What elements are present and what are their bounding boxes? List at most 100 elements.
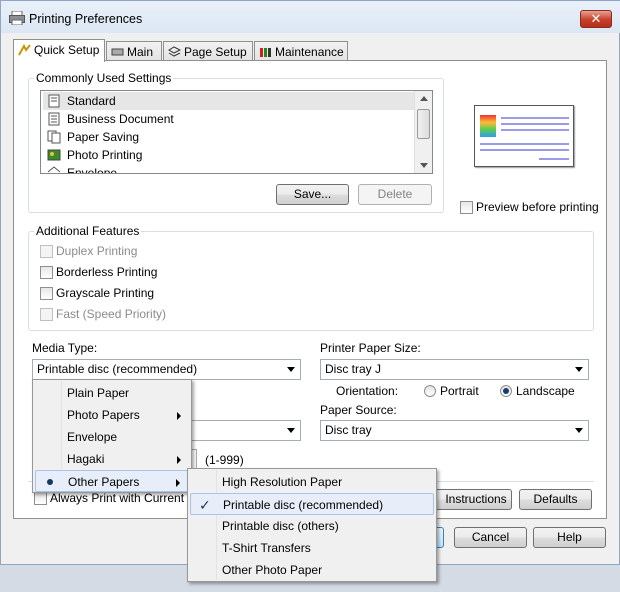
menu-item-label: Printable disc (recommended) [223, 498, 384, 512]
list-item[interactable]: Envelope [43, 164, 415, 174]
preview-image-block [480, 115, 496, 137]
landscape-label: Landscape [516, 384, 575, 398]
copies-range-label: (1-999) [205, 453, 244, 467]
title-bar[interactable]: Printing Preferences ✕ [1, 1, 620, 33]
tab-label: Main [127, 45, 154, 59]
menu-item-printable-disc-recommended[interactable]: ✓ Printable disc (recommended) [190, 493, 434, 515]
list-item-label: Paper Saving [67, 130, 140, 144]
settings-list[interactable]: Standard Business Document Paper Saving … [40, 90, 433, 174]
close-button[interactable]: ✕ [580, 10, 612, 28]
borderless-printing-label: Borderless Printing [56, 265, 158, 279]
printing-preferences-window: Printing Preferences ✕ Quick Setup Main … [0, 0, 620, 582]
main-icon [111, 48, 124, 56]
fast-speed-priority-label: Fast (Speed Priority) [56, 307, 167, 321]
always-print-label: Always Print with Current Setti [50, 491, 187, 505]
paper-saving-icon [47, 130, 61, 144]
printer-paper-size-dropdown[interactable]: Disc tray J [320, 359, 589, 380]
menu-item-label: Hagaki [67, 452, 105, 466]
grayscale-printing-label: Grayscale Printing [56, 286, 155, 300]
duplex-printing-checkbox[interactable] [40, 245, 53, 258]
submenu-arrow-icon [177, 412, 181, 420]
tab-maintenance[interactable]: Maintenance [254, 41, 348, 61]
menu-item-other-papers[interactable]: Other Papers [35, 470, 189, 492]
page-setup-icon [168, 46, 181, 57]
tab-page-setup[interactable]: Page Setup [163, 41, 253, 61]
menu-item-label: Envelope [67, 430, 118, 444]
menu-item-plain-paper[interactable]: Plain Paper [35, 382, 189, 404]
instructions-label: Instructions [445, 492, 507, 506]
tab-main[interactable]: Main [106, 41, 162, 61]
portrait-radio[interactable] [424, 385, 436, 397]
preview-before-printing-checkbox[interactable] [460, 201, 473, 214]
scroll-down-arrow-icon[interactable] [420, 163, 428, 168]
document-icon [48, 94, 60, 108]
menu-item-hagaki[interactable]: Hagaki [35, 448, 189, 470]
delete-button[interactable]: Delete [358, 184, 432, 205]
list-item[interactable]: Standard [43, 92, 415, 110]
help-button[interactable]: Help [533, 527, 606, 548]
defaults-button[interactable]: Defaults [519, 489, 592, 510]
envelope-icon [47, 166, 61, 173]
media-type-value: Printable disc (recommended) [37, 362, 198, 376]
additional-features-label: Additional Features [34, 224, 142, 238]
printer-icon [9, 11, 25, 25]
radio-bullet-icon [47, 479, 53, 485]
always-print-checkbox[interactable] [34, 492, 47, 505]
submenu-arrow-icon [177, 456, 181, 464]
tab-label: Maintenance [275, 45, 344, 59]
checkmark-icon: ✓ [199, 497, 211, 513]
portrait-label: Portrait [440, 384, 479, 398]
list-item[interactable]: Photo Printing [43, 146, 415, 164]
menu-item-printable-disc-others[interactable]: Printable disc (others) [190, 515, 434, 537]
landscape-radio[interactable] [500, 385, 512, 397]
business-document-icon [48, 112, 60, 126]
menu-item-other-photo-paper[interactable]: Other Photo Paper [190, 559, 434, 581]
commonly-used-settings-label: Commonly Used Settings [34, 71, 174, 85]
menu-item-label: Printable disc (others) [222, 519, 339, 533]
settings-list-scrollbar[interactable] [414, 91, 432, 173]
tab-label: Page Setup [184, 45, 247, 59]
menu-item-envelope[interactable]: Envelope [35, 426, 189, 448]
menu-item-label: Photo Papers [67, 408, 140, 422]
menu-item-photo-papers[interactable]: Photo Papers [35, 404, 189, 426]
list-item-label: Standard [67, 94, 116, 108]
menu-item-label: T-Shirt Transfers [222, 541, 311, 555]
instructions-button[interactable]: Instructions [434, 489, 512, 510]
printer-paper-size-value: Disc tray J [325, 362, 382, 376]
menu-item-label: Other Papers [68, 475, 140, 489]
paper-size-dropdown-left[interactable] [187, 420, 301, 441]
submenu-arrow-icon [176, 479, 180, 487]
scroll-thumb[interactable] [417, 109, 430, 139]
media-type-dropdown[interactable]: Printable disc (recommended) [32, 359, 301, 380]
orientation-label: Orientation: [336, 384, 399, 398]
menu-item-label: Other Photo Paper [222, 563, 323, 577]
menu-item-high-resolution-paper[interactable]: High Resolution Paper [190, 471, 434, 493]
list-item[interactable]: Business Document [43, 110, 415, 128]
menu-item-label: High Resolution Paper [222, 475, 343, 489]
preview-before-printing-label: Preview before printing [476, 200, 599, 214]
paper-source-dropdown[interactable]: Disc tray [320, 420, 589, 441]
fast-speed-priority-checkbox[interactable] [40, 308, 53, 321]
grayscale-printing-checkbox[interactable] [40, 287, 53, 300]
radio-selected-dot [503, 388, 509, 394]
cancel-button[interactable]: Cancel [454, 527, 527, 548]
chevron-down-icon [575, 428, 583, 433]
media-type-label: Media Type: [32, 341, 98, 355]
borderless-printing-checkbox[interactable] [40, 266, 53, 279]
media-type-menu: Plain Paper Photo Papers Envelope Hagaki… [32, 379, 192, 493]
quick-setup-icon [18, 44, 31, 56]
printer-paper-size-label: Printer Paper Size: [320, 341, 421, 355]
tab-quick-setup[interactable]: Quick Setup [13, 39, 105, 62]
list-item[interactable]: Paper Saving [43, 128, 415, 146]
chevron-down-icon [575, 367, 583, 372]
menu-item-t-shirt-transfers[interactable]: T-Shirt Transfers [190, 537, 434, 559]
chevron-down-icon [287, 428, 295, 433]
scroll-up-arrow-icon[interactable] [420, 96, 428, 101]
other-papers-submenu: High Resolution Paper ✓ Printable disc (… [187, 468, 437, 582]
maintenance-icon [260, 48, 271, 57]
list-item-label: Envelope [67, 166, 118, 174]
photo-icon [47, 149, 61, 161]
duplex-printing-label: Duplex Printing [56, 244, 138, 258]
save-button[interactable]: Save... [276, 184, 349, 205]
tab-label: Quick Setup [34, 43, 100, 57]
